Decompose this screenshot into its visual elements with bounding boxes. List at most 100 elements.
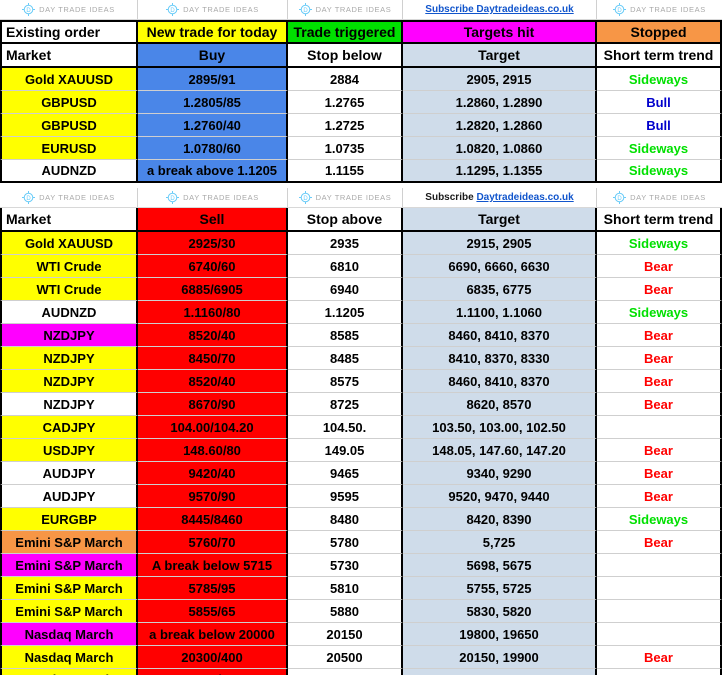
subscribe-cell[interactable]: Subscribe Daytradeideas.co.uk	[403, 188, 597, 207]
legend-label: New trade for today	[146, 24, 278, 40]
cell-market: NZDJPY	[0, 324, 138, 347]
cell-stop: 8585	[288, 324, 403, 347]
watermark-label: DAY TRADE IDEAS	[183, 5, 259, 14]
legend-label: Targets hit	[463, 24, 535, 40]
cell-target: 2905, 2915	[403, 68, 597, 91]
cell-short-term-trend: Bear	[597, 462, 722, 485]
day-trade-ideas-logo-icon: D DAY TRADE IDEAS	[298, 191, 392, 204]
table-row: AUDNZD a break above 1.1205 1.1155 1.1295, …	[0, 160, 722, 183]
cell-market: EURUSD	[0, 137, 138, 160]
cell-market: AUDNZD	[0, 160, 138, 183]
cell-entry-price: 20650/750	[138, 669, 288, 675]
watermark-cell: D DAY TRADE IDEAS	[138, 188, 288, 207]
column-header-stop-below: Stop below	[288, 44, 403, 66]
cell-market: WTI Crude	[0, 255, 138, 278]
cell-short-term-trend: Bear	[597, 255, 722, 278]
cell-stop: 20850	[288, 669, 403, 675]
cell-entry-price: 8445/8460	[138, 508, 288, 531]
subscribe-cell[interactable]: Subscribe Daytradeideas.co.uk	[403, 0, 597, 19]
cell-target: 9340, 9290	[403, 462, 597, 485]
cell-market: Emini S&P March	[0, 577, 138, 600]
cell-stop: 5730	[288, 554, 403, 577]
watermark-label: DAY TRADE IDEAS	[39, 193, 115, 202]
watermark-band-middle: D DAY TRADE IDEAS D DAY TRADE IDEAS D DA…	[0, 188, 722, 208]
table-row: NZDJPY 8520/40 8575 8460, 8410, 8370 Bear	[0, 370, 722, 393]
cell-market: CADJPY	[0, 416, 138, 439]
cell-stop: 20150	[288, 623, 403, 646]
table-row: CADJPY 104.00/104.20 104.50. 103.50, 103.00…	[0, 416, 722, 439]
cell-entry-price: a break above 1.1205	[138, 160, 288, 183]
cell-entry-price: 6885/6905	[138, 278, 288, 301]
day-trade-ideas-logo-icon: D DAY TRADE IDEAS	[613, 191, 706, 204]
cell-target: 5698, 5675	[403, 554, 597, 577]
cell-stop: 1.2725	[288, 114, 403, 137]
legend-new-trade: New trade for today	[138, 22, 288, 42]
watermark-label: DAY TRADE IDEAS	[315, 5, 392, 14]
cell-entry-price: 1.1160/80	[138, 301, 288, 324]
cell-stop: 20500	[288, 646, 403, 669]
cell-entry-price: 8520/40	[138, 370, 288, 393]
cell-short-term-trend: Sideways	[597, 508, 722, 531]
watermark-label: DAY TRADE IDEAS	[630, 5, 706, 14]
cell-target: 8620, 8570	[403, 393, 597, 416]
svg-text:D: D	[303, 196, 308, 202]
header-label: Stop below	[307, 47, 382, 63]
table-row: WTI Crude 6740/60 6810 6690, 6660, 6630 Bear	[0, 255, 722, 278]
cell-market: AUDNZD	[0, 301, 138, 324]
cell-short-term-trend	[597, 577, 722, 600]
watermark-label: DAY TRADE IDEAS	[630, 193, 706, 202]
watermark-label: DAY TRADE IDEAS	[315, 193, 392, 202]
svg-text:D: D	[26, 8, 31, 14]
subscribe-link[interactable]: Subscribe Daytradeideas.co.uk	[425, 4, 573, 15]
cell-entry-price: 6740/60	[138, 255, 288, 278]
cell-short-term-trend	[597, 623, 722, 646]
cell-market: USDJPY	[0, 439, 138, 462]
svg-text:D: D	[617, 8, 622, 14]
cell-short-term-trend	[597, 416, 722, 439]
cell-target: 5,725	[403, 531, 597, 554]
cell-stop: 2884	[288, 68, 403, 91]
watermark-cell: D DAY TRADE IDEAS	[0, 0, 138, 19]
cell-stop: 8725	[288, 393, 403, 416]
cell-short-term-trend: Bull	[597, 114, 722, 137]
cell-entry-price: 8520/40	[138, 324, 288, 347]
cell-entry-price: 20300/400	[138, 646, 288, 669]
cell-entry-price: 1.2760/40	[138, 114, 288, 137]
cell-entry-price: a break below 20000	[138, 623, 288, 646]
header-label: Market	[6, 211, 52, 227]
cell-entry-price: 9570/90	[138, 485, 288, 508]
legend-stopped: Stopped	[597, 22, 722, 42]
cell-stop: 9465	[288, 462, 403, 485]
cell-short-term-trend: Bear	[597, 439, 722, 462]
cell-target: 9520, 9470, 9440	[403, 485, 597, 508]
header-label: Market	[6, 47, 52, 63]
cell-stop: 149.05	[288, 439, 403, 462]
cell-short-term-trend: Bear	[597, 347, 722, 370]
cell-entry-price: 8450/70	[138, 347, 288, 370]
cell-entry-price: 1.0780/60	[138, 137, 288, 160]
table-row: Nasdaq March20650/7502085020,400	[0, 669, 722, 675]
subscribe-link[interactable]: Daytradeideas.co.uk	[476, 192, 573, 203]
table-row: WTI Crude 6885/6905 6940 6835, 6775 Bear	[0, 278, 722, 301]
table-row: GBPUSD 1.2805/85 1.2765 1.2860, 1.2890 Bull	[0, 91, 722, 114]
watermark-cell: D DAY TRADE IDEAS	[597, 188, 722, 207]
cell-target: 1.1100, 1.1060	[403, 301, 597, 324]
cell-market: Emini S&P March	[0, 600, 138, 623]
table-row: NZDJPY 8520/40 8585 8460, 8410, 8370 Bear	[0, 324, 722, 347]
cell-target: 1.0820, 1.0860	[403, 137, 597, 160]
cell-market: Gold XAUUSD	[0, 68, 138, 91]
cell-market: Gold XAUUSD	[0, 232, 138, 255]
watermark-cell: D DAY TRADE IDEAS	[138, 0, 288, 19]
svg-text:D: D	[617, 196, 622, 202]
column-header-market: Market	[0, 44, 138, 66]
table-row: GBPUSD 1.2760/40 1.2725 1.2820, 1.2860 Bull	[0, 114, 722, 137]
table-row: AUDJPY 9570/90 9595 9520, 9470, 9440 Bear	[0, 485, 722, 508]
header-label: Target	[478, 47, 520, 63]
cell-short-term-trend	[597, 600, 722, 623]
cell-stop: 104.50.	[288, 416, 403, 439]
cell-market: NZDJPY	[0, 347, 138, 370]
cell-target: 6690, 6660, 6630	[403, 255, 597, 278]
cell-entry-price: 8670/90	[138, 393, 288, 416]
column-header-short-term-trend: Short term trend	[597, 208, 722, 230]
table-row: Nasdaq March a break below 20000 20150 1980…	[0, 623, 722, 646]
